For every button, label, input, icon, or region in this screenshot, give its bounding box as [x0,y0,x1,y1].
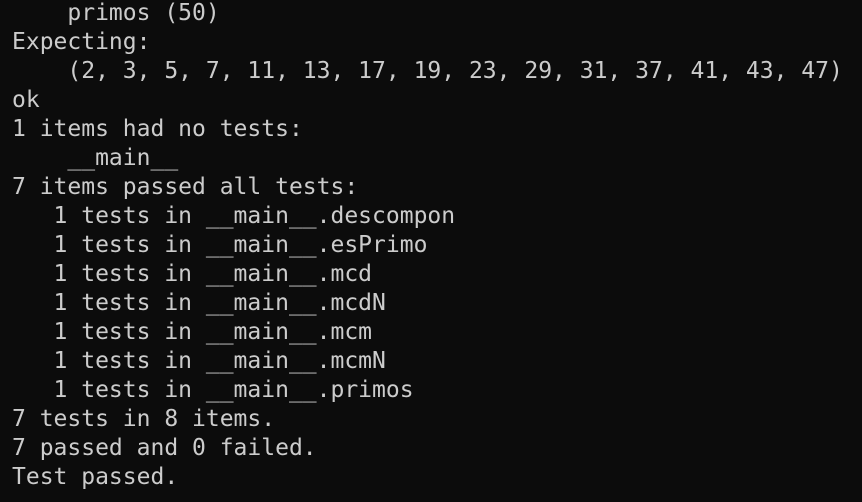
output-line-ok: ok [12,87,40,113]
output-line-passed-header: 7 items passed all tests: [12,174,359,200]
output-line-test-esprimo: 1 tests in __main__.esPrimo [12,232,428,258]
output-line-test-mcmn: 1 tests in __main__.mcmN [12,348,386,374]
output-line-summary-count: 7 tests in 8 items. [12,406,276,432]
terminal-window[interactable]: primos (50) Expecting: (2, 3, 5, 7, 11, … [0,0,862,501]
output-line-test-mcm: 1 tests in __main__.mcm [12,319,373,345]
output-line-test-descompon: 1 tests in __main__.descompon [12,203,456,229]
output-line-expected-value: (2, 3, 5, 7, 11, 13, 17, 19, 23, 29, 31,… [12,58,843,84]
output-line-test-mcdn: 1 tests in __main__.mcdN [12,290,386,316]
output-line-test-mcd: 1 tests in __main__.mcd [12,261,373,287]
output-line-no-tests-header: 1 items had no tests: [12,116,303,142]
output-line-no-tests-item: __main__ [12,145,179,171]
output-line-test-primos: 1 tests in __main__.primos [12,377,414,403]
output-line-call: primos (50) [12,0,220,26]
output-line-test-passed: Test passed. [12,464,179,490]
output-line-summary-result: 7 passed and 0 failed. [12,435,317,461]
output-line-expecting: Expecting: [12,29,151,55]
